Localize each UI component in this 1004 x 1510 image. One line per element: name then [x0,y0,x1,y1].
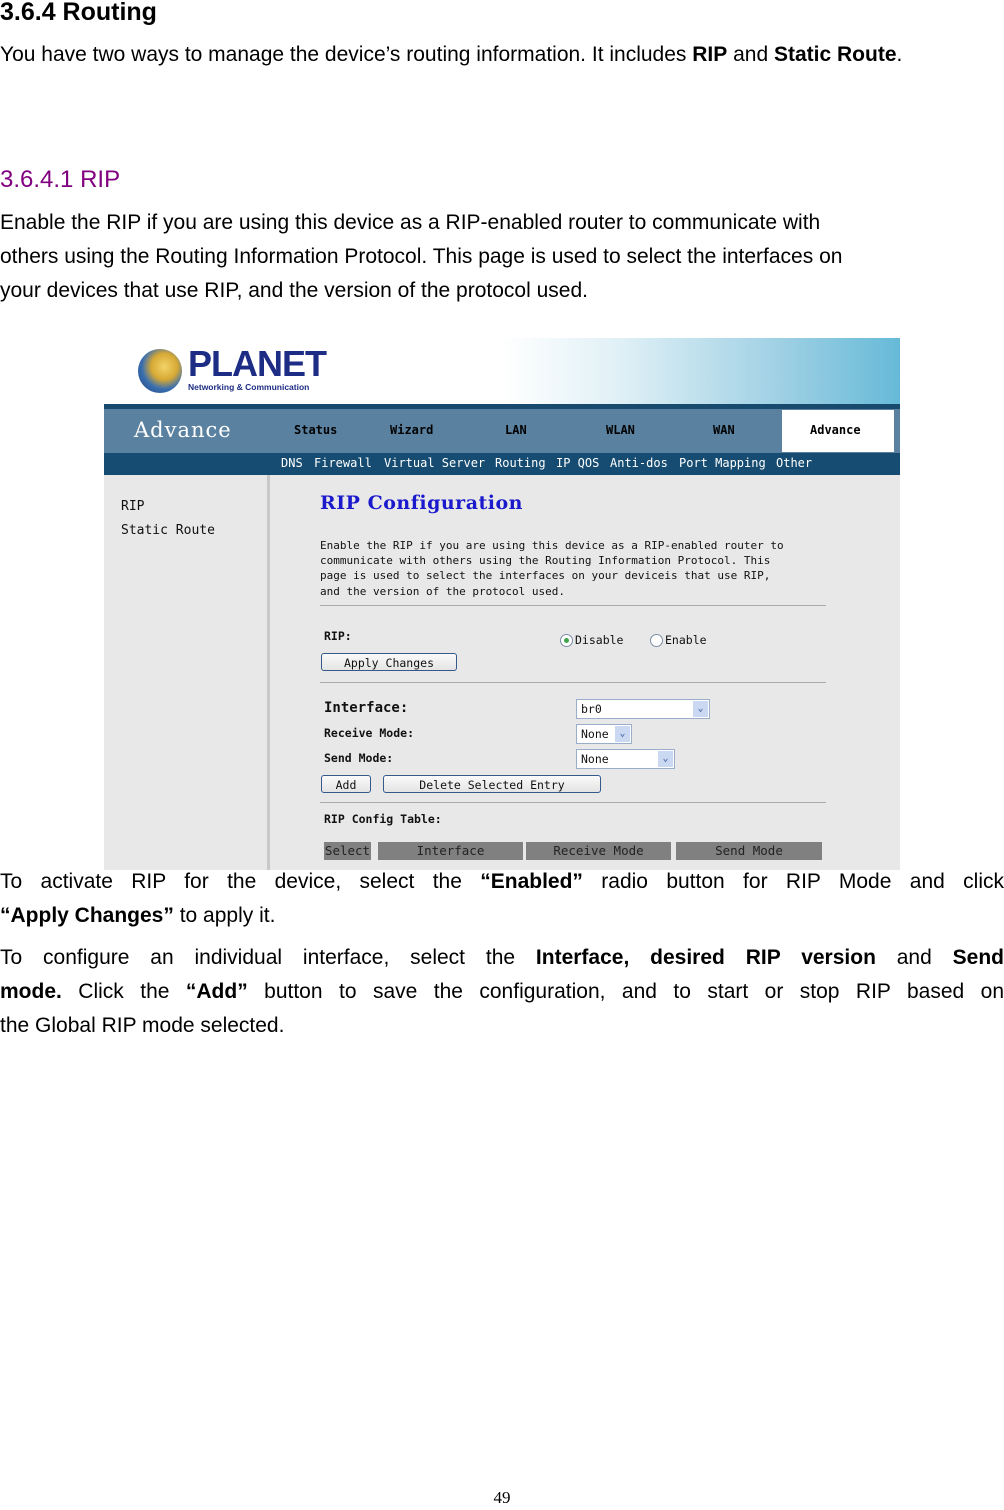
sidebar-item-static-route[interactable]: Static Route [121,523,215,538]
main-nav: Advance Status Wizard LAN WLAN WAN Advan… [104,409,900,453]
subnav-anti-dos[interactable]: Anti-dos [610,456,668,470]
rip-description-line: Enable the RIP if you are using this dev… [0,211,821,234]
subnav-virtual-server[interactable]: Virtual Server [384,456,485,470]
table-header-send-mode: Send Mode [676,842,822,860]
sub-nav: DNS Firewall Virtual Server Routing IP Q… [104,453,900,475]
radio-disable-checked-icon[interactable] [560,633,573,647]
text: to apply it. [173,904,276,927]
nav-status[interactable]: Status [294,423,337,437]
delete-selected-entry-button[interactable]: Delete Selected Entry [383,775,601,793]
nav-wlan[interactable]: WLAN [606,423,635,437]
logo-tagline: Networking & Communication [188,382,310,392]
rip-description-line: others using the Routing Information Pro… [0,245,843,268]
subnav-firewall[interactable]: Firewall [314,456,372,470]
table-header-interface: Interface [378,842,523,860]
text: button to save the configuration, and to… [247,980,1004,1003]
receive-mode-label: Receive Mode: [324,726,415,740]
intro-rip: RIP [692,43,728,66]
add-button[interactable]: Add [321,775,371,793]
activate-line-2: “Apply Changes” to apply it. [0,899,1004,933]
configure-line-1: To configure an individual interface, se… [0,941,1004,975]
configure-line-3: the Global RIP mode selected. [0,1014,285,1037]
page-description: Enable the RIP if you are using this dev… [320,539,784,598]
chevron-down-icon[interactable]: ⌄ [693,701,708,717]
bold-interface: Interface, desired RIP version [535,946,876,969]
interface-select[interactable]: br0 ⌄ [576,699,710,719]
section-heading: 3.6.4 Routing [0,0,157,26]
radio-enable[interactable]: Enable [650,633,707,647]
intro-text: You have two ways to manage the device’s… [0,43,693,66]
logo-brand: PLANET [188,343,327,384]
apply-changes-button[interactable]: Apply Changes [321,653,457,671]
interface-label: Interface: [324,700,409,716]
interface-select-value: br0 [581,702,602,716]
send-mode-select-value: None [581,752,609,766]
intro-and: and [727,43,774,66]
radio-disable-label: Disable [575,633,624,647]
rip-config-table-label: RIP Config Table: [324,812,442,826]
subsection-heading: 3.6.4.1 RIP [0,166,121,193]
bold-add: “Add” [185,980,248,1003]
intro-static-route: Static Route [773,43,897,66]
nav-wan[interactable]: WAN [713,423,735,437]
intro-end: . [896,43,903,66]
subnav-dns[interactable]: DNS [281,456,303,470]
radio-enable-label: Enable [665,633,707,647]
page-number: 49 [493,1488,511,1507]
bold-enabled: “Enabled” [480,870,583,893]
banner: PLANET Networking & Communication [104,338,900,404]
divider [320,682,826,683]
activate-paragraph: To activate RIP for the device, select t… [0,865,1004,933]
text: radio button for RIP Mode and click [582,870,1004,893]
text: Click the [61,980,186,1003]
configure-paragraph: To configure an individual interface, se… [0,941,1004,1043]
bold-apply-changes: “Apply Changes” [0,904,174,927]
bold-send: Send [952,946,1004,969]
sidebar: RIP Static Route [104,475,270,870]
page-title: RIP Configuration [320,492,523,514]
nav-advance-label: Advance [810,423,861,437]
divider [320,802,826,803]
receive-mode-select[interactable]: None ⌄ [576,724,632,744]
nav-lan[interactable]: LAN [505,423,527,437]
text: and [875,946,953,969]
receive-mode-select-value: None [581,727,609,741]
text: To activate RIP for the device, select t… [0,870,481,893]
subnav-port-mapping[interactable]: Port Mapping [679,456,766,470]
table-header-receive-mode: Receive Mode [526,842,671,860]
rip-label: RIP: [324,629,352,643]
nav-advance-active[interactable]: Advance [782,410,894,452]
send-mode-label: Send Mode: [324,751,394,765]
chevron-down-icon[interactable]: ⌄ [658,751,673,767]
rip-description: Enable the RIP if you are using this dev… [0,206,1004,308]
radio-enable-unchecked-icon[interactable] [650,633,663,647]
nav-wizard[interactable]: Wizard [390,423,433,437]
text: To configure an individual interface, se… [0,946,536,969]
router-ui-screenshot: PLANET Networking & Communication Advanc… [104,338,900,870]
configure-line-2: mode. Click the “Add” button to save the… [0,975,1004,1009]
send-mode-select[interactable]: None ⌄ [576,749,675,769]
rip-config-panel: RIP Configuration Enable the RIP if you … [270,475,900,870]
planet-globe-icon [138,349,182,393]
bold-mode: mode. [0,980,62,1003]
table-header-select: Select [324,842,371,860]
subnav-ip-qos[interactable]: IP QOS [556,456,599,470]
intro-paragraph: You have two ways to manage the device’s… [0,38,1004,72]
nav-section-title: Advance [134,418,232,442]
radio-disable[interactable]: Disable [560,633,623,647]
activate-line-1: To activate RIP for the device, select t… [0,865,1004,899]
subnav-other[interactable]: Other [776,456,812,470]
chevron-down-icon[interactable]: ⌄ [615,726,630,742]
divider [320,605,826,606]
subnav-routing[interactable]: Routing [495,456,546,470]
rip-description-line: your devices that use RIP, and the versi… [0,279,588,302]
sidebar-item-rip[interactable]: RIP [121,499,144,514]
